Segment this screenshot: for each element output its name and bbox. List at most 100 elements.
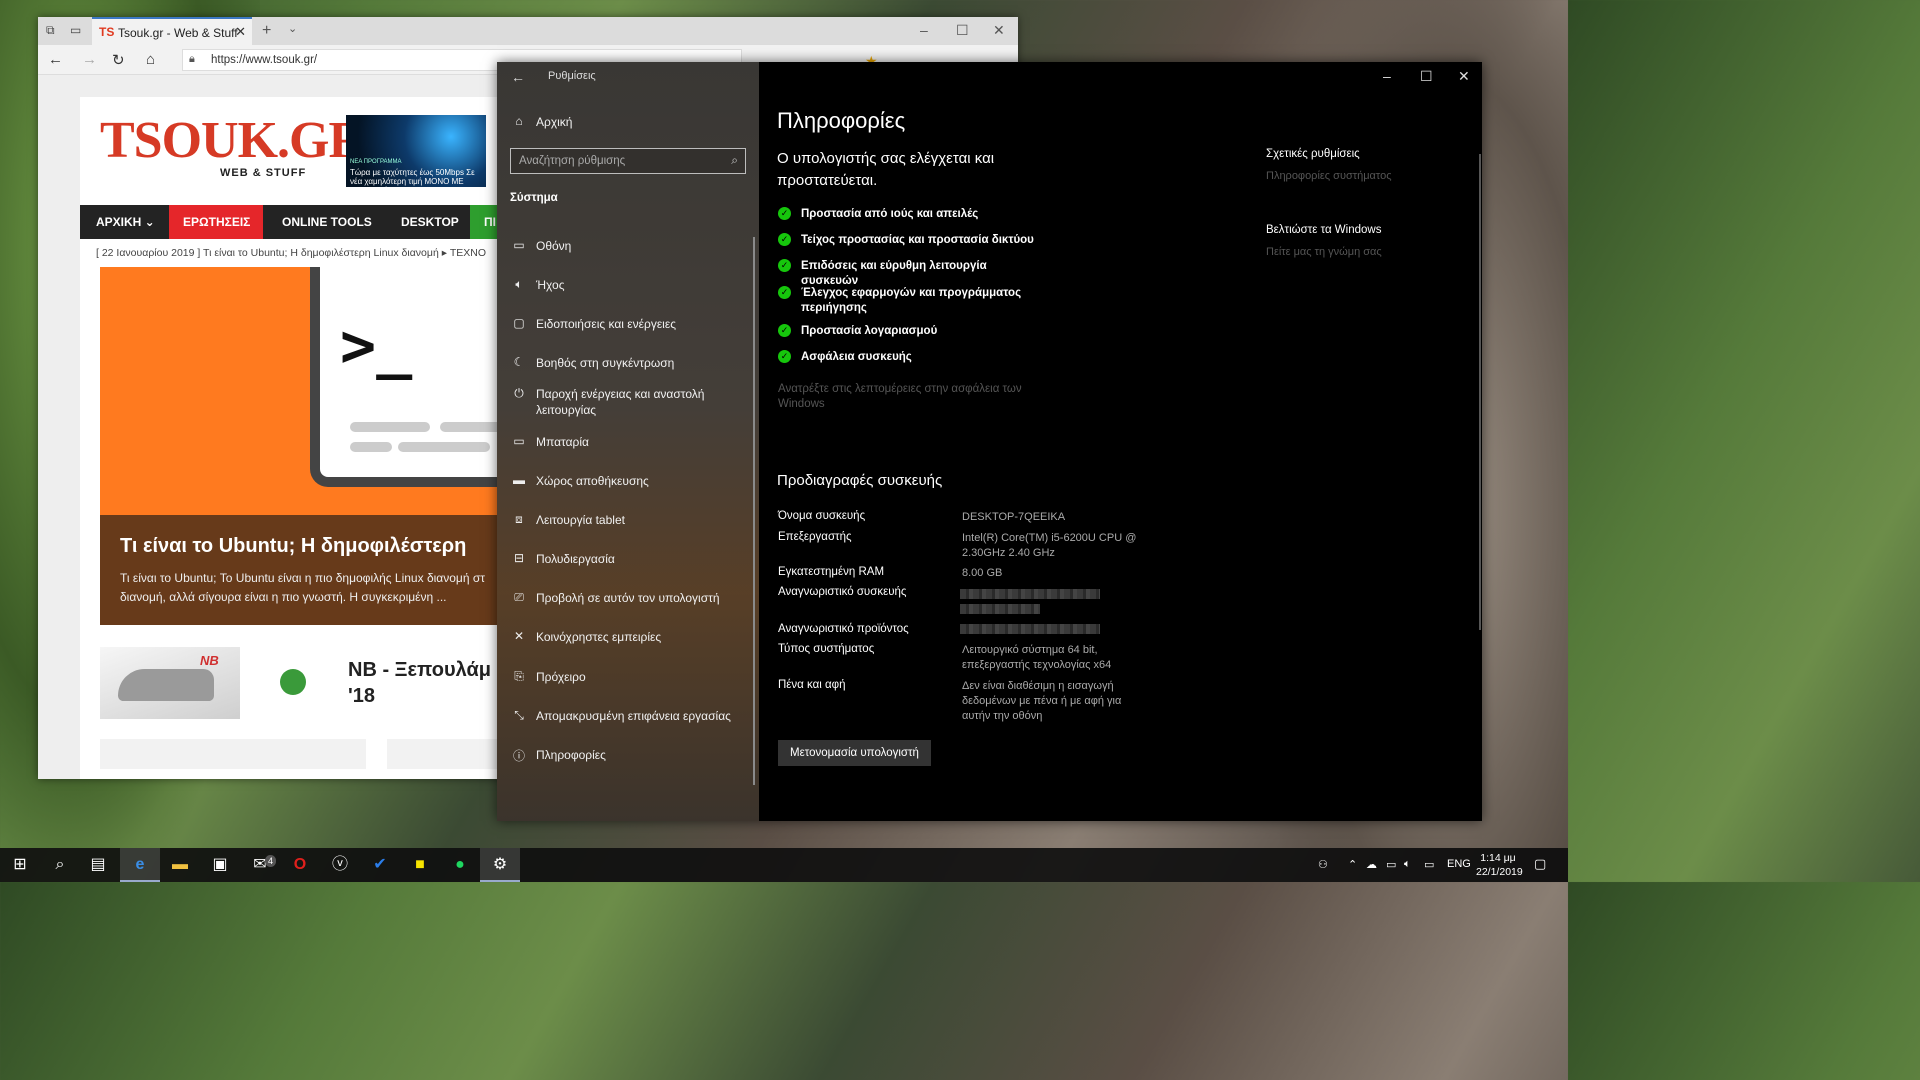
security-check-label: Ασφάλεια συσκευής <box>801 351 912 363</box>
related-settings-heading: Σχετικές ρυθμίσεις <box>1266 148 1360 160</box>
security-details-link[interactable]: Ανατρέξτε στις λεπτομέρειες στην ασφάλει… <box>778 382 1038 412</box>
menu-item-desktop[interactable]: DESKTOP <box>387 205 473 239</box>
mail-icon[interactable]: ✉ 4 <box>240 848 280 882</box>
minimize-icon[interactable]: – <box>1383 68 1391 84</box>
new-tab-icon[interactable]: + <box>262 22 271 40</box>
sidebar-item-label: Μπαταρία <box>536 435 589 449</box>
store-icon[interactable]: ▣ <box>200 848 240 882</box>
sidebar-item-home[interactable]: ⌂ Αρχική <box>497 114 759 144</box>
minimize-icon[interactable]: – <box>920 22 928 38</box>
sound-icon: 🔈︎ <box>515 277 523 291</box>
multitasking-icon: ⊟ <box>513 551 525 565</box>
sidebar-item-label: Οθόνη <box>536 239 572 253</box>
redacted-device-id <box>960 604 1040 614</box>
sidebar-item-info[interactable]: ⓘ Πληροφορίες <box>497 747 759 777</box>
start-windows-icon[interactable]: ⊞ <box>0 848 40 882</box>
main-scrollbar[interactable] <box>1479 154 1481 630</box>
favicon-icon: TS <box>99 25 115 39</box>
site-logo-tagline: WEB & STUFF <box>220 167 307 179</box>
terminal-prompt-icon: >_ <box>340 311 413 381</box>
spotify-icon[interactable]: ● <box>440 848 480 882</box>
redacted-product-id <box>960 624 1100 634</box>
sidebar-scrollbar[interactable] <box>753 237 755 785</box>
sidebar-item-power[interactable]: ⏻ Παροχή ενέργειας και αναστολή λειτουργί… <box>497 386 759 417</box>
file-explorer-icon[interactable]: ▬ <box>160 848 200 882</box>
sidebar-item-notifications[interactable]: ▢ Ειδοποιήσεις και ενέργειες <box>497 316 759 346</box>
content-placeholder <box>100 739 366 769</box>
rename-pc-button[interactable]: Μετονομασία υπολογιστή <box>778 740 931 766</box>
chevron-down-icon[interactable]: ⌄ <box>288 22 297 35</box>
sidebar-item-tablet[interactable]: ⧈ Λειτουργία tablet <box>497 512 759 542</box>
check-circle-icon: ✓ <box>778 286 791 299</box>
network-icon[interactable]: ▭ <box>1424 858 1434 871</box>
settings-gear-icon[interactable]: ⚙ <box>480 848 520 882</box>
sidebar-item-label: Πληροφορίες <box>536 748 606 762</box>
improve-windows-heading: Βελτιώστε τα Windows <box>1266 224 1382 236</box>
news-ticker[interactable]: [ 22 Ιανουαρίου 2019 ] Τι είναι το Ubunt… <box>96 247 486 259</box>
site-logo[interactable]: TSOUK.GR <box>100 115 366 167</box>
spec-label: Όνομα συσκευής <box>778 510 866 522</box>
clipboard-icon: ⎘ <box>514 669 524 683</box>
security-check-label: Έλεγχος εφαρμογών και προγράμματος περιή… <box>801 287 1022 314</box>
language-indicator[interactable]: ENG <box>1447 858 1471 870</box>
back-icon[interactable]: ← <box>48 51 63 68</box>
close-icon[interactable]: ✕ <box>1458 68 1470 85</box>
todo-check-icon[interactable]: ✔ <box>360 848 400 882</box>
info-icon: ⓘ <box>512 749 525 763</box>
sticky-notes-icon[interactable]: ■ <box>400 848 440 882</box>
maximize-icon[interactable]: ☐ <box>1420 68 1433 85</box>
battery-icon[interactable]: ▭ <box>1386 858 1396 871</box>
search-icon[interactable]: ⌕ <box>731 153 738 168</box>
menu-item-home[interactable]: ΑΡΧΙΚΗ ⌄ <box>82 205 169 239</box>
onedrive-cloud-icon[interactable]: ☁ <box>1366 858 1377 871</box>
close-icon[interactable]: ✕ <box>993 22 1005 39</box>
page-title: Πληροφορίες <box>777 108 906 133</box>
action-center-icon[interactable]: ▢ <box>1534 856 1546 872</box>
people-icon[interactable]: ⚇ <box>1318 858 1328 871</box>
clock[interactable]: 1:14 μμ 22/1/2019 <box>1476 851 1523 879</box>
sidebar-item-label: Πολυδιεργασία <box>536 552 615 566</box>
sidebar-item-projecting[interactable]: ⎚ Προβολή σε αυτόν τον υπολογιστή <box>497 590 759 620</box>
volume-icon[interactable]: 🔈︎ <box>1404 858 1411 871</box>
search-icon[interactable]: ⌕ <box>40 848 80 882</box>
forward-icon[interactable]: → <box>82 51 97 68</box>
banner-ad[interactable]: ΝΕΑ ΠΡΟΓΡΑΜΜΑ Τώρα με ταχύτητες έως 50Mb… <box>346 115 486 195</box>
sidebar-item-clipboard[interactable]: ⎘ Πρόχειρο <box>497 669 759 699</box>
focus-assist-icon: ☾ <box>513 355 525 369</box>
sidebar-item-storage[interactable]: ▬ Χώρος αποθήκευσης <box>497 473 759 503</box>
home-icon[interactable]: ⌂ <box>146 51 155 68</box>
battery-icon: ▭ <box>513 434 525 448</box>
settings-search[interactable]: ⌕ <box>510 148 746 174</box>
illustration-line <box>350 442 392 452</box>
sidebar-item-battery[interactable]: ▭ Μπαταρία <box>497 434 759 464</box>
menu-item-questions[interactable]: ΕΡΩΤΗΣΕΙΣ <box>169 205 263 239</box>
opera-icon[interactable]: O <box>280 848 320 882</box>
task-view-icon[interactable]: ▤ <box>78 848 118 882</box>
sidebar-item-remote-desktop[interactable]: ⤡ Απομακρυσμένη επιφάνεια εργασίας <box>497 708 759 738</box>
edge-browser-icon[interactable]: e <box>120 848 160 882</box>
menu-item-online-tools[interactable]: ONLINE TOOLS <box>268 205 386 239</box>
close-tab-icon[interactable]: ✕ <box>235 24 246 40</box>
sidebar-item-focus-assist[interactable]: ☾ Βοηθός στη συγκέντρωση <box>497 355 759 385</box>
settings-sidebar: ← Ρυθμίσεις ⌂ Αρχική ⌕ Σύστημα ▭ Οθόνη 🔈︎ Ή… <box>497 62 759 821</box>
maximize-icon[interactable]: ☐ <box>956 22 969 39</box>
remote-desktop-icon: ⤡ <box>514 708 524 722</box>
vivaldi-icon[interactable]: ⓥ <box>320 848 360 882</box>
chevron-up-icon[interactable]: ⌃ <box>1348 858 1357 871</box>
refresh-icon[interactable]: ↻ <box>112 51 125 69</box>
system-info-link[interactable]: Πληροφορίες συστήματος <box>1266 170 1392 182</box>
hero-title[interactable]: Τι είναι το Ubuntu; Η δημοφιλέστερη <box>120 535 466 558</box>
tabs-aside-icon[interactable]: ▭ <box>70 23 81 37</box>
tab-preview-icon[interactable]: ⧉ <box>46 23 55 38</box>
tab-bar: ⧉ ▭ TS Tsouk.gr - Web & Stuff ✕ + ⌄ – ☐ … <box>38 17 1018 45</box>
sidebar-item-sound[interactable]: 🔈︎ Ήχος <box>497 277 759 307</box>
browser-tab[interactable]: TS Tsouk.gr - Web & Stuff ✕ <box>92 17 252 45</box>
sidebar-item-multitasking[interactable]: ⊟ Πολυδιεργασία <box>497 551 759 581</box>
shoe-image <box>100 647 240 719</box>
sidebar-item-display[interactable]: ▭ Οθόνη <box>497 238 759 268</box>
back-arrow-icon[interactable]: ← <box>511 69 525 85</box>
feedback-link[interactable]: Πείτε μας τη γνώμη σας <box>1266 246 1382 258</box>
search-input[interactable] <box>511 149 721 173</box>
url-text: https://www.tsouk.gr/ <box>211 54 318 66</box>
sidebar-item-shared-experiences[interactable]: ✕ Κοινόχρηστες εμπειρίες <box>497 629 759 659</box>
